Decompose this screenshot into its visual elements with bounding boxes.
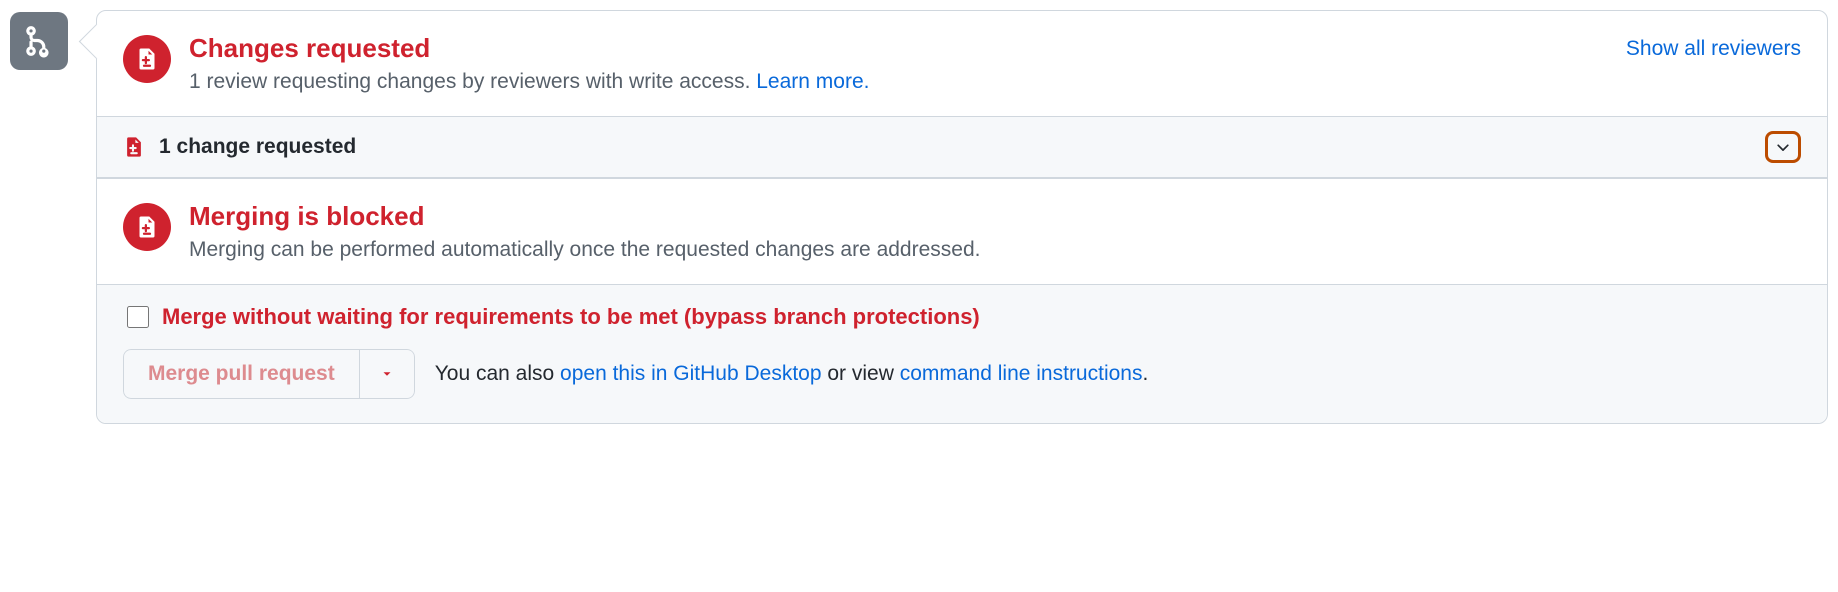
- hint-suffix: .: [1142, 362, 1148, 385]
- timeline-merge-badge: [10, 12, 68, 70]
- merge-hint-text: You can also open this in GitHub Desktop…: [435, 362, 1149, 386]
- review-summary-row: 1 change requested: [97, 116, 1827, 179]
- file-diff-icon: [123, 136, 145, 158]
- bypass-label[interactable]: Merge without waiting for requirements t…: [162, 304, 980, 330]
- changes-requested-title: Changes requested: [189, 33, 1606, 64]
- merge-status-box: Changes requested 1 review requesting ch…: [96, 10, 1828, 424]
- changes-requested-section: Changes requested 1 review requesting ch…: [97, 11, 1827, 116]
- changes-requested-subtitle: 1 review requesting changes by reviewers…: [189, 70, 1606, 94]
- merging-blocked-section: Merging is blocked Merging can be perfor…: [97, 179, 1827, 284]
- hint-middle: or view: [822, 362, 900, 385]
- chevron-down-icon: [1774, 138, 1792, 156]
- merge-options-dropdown-button[interactable]: [360, 349, 415, 399]
- git-merge-icon: [22, 24, 56, 58]
- expand-reviews-button[interactable]: [1765, 131, 1801, 163]
- caret-down-icon: [380, 367, 394, 381]
- learn-more-link[interactable]: Learn more.: [756, 70, 869, 93]
- file-diff-icon: [135, 215, 159, 239]
- status-circle: [123, 35, 171, 83]
- change-requested-count: 1 change requested: [159, 135, 356, 159]
- review-count-text: 1 review requesting changes by reviewers…: [189, 70, 756, 93]
- command-line-instructions-link[interactable]: command line instructions: [900, 362, 1143, 385]
- hint-prefix: You can also: [435, 362, 560, 385]
- bypass-checkbox[interactable]: [127, 306, 149, 328]
- merging-blocked-subtitle: Merging can be performed automatically o…: [189, 238, 1801, 262]
- file-diff-icon: [135, 47, 159, 71]
- merge-pull-request-button[interactable]: Merge pull request: [123, 349, 360, 399]
- bypass-row: Merge without waiting for requirements t…: [123, 303, 1801, 331]
- merge-footer: Merge without waiting for requirements t…: [97, 285, 1827, 423]
- merging-blocked-title: Merging is blocked: [189, 201, 1801, 232]
- status-circle: [123, 203, 171, 251]
- merge-button-group: Merge pull request: [123, 349, 415, 399]
- show-all-reviewers-link[interactable]: Show all reviewers: [1626, 37, 1801, 61]
- open-github-desktop-link[interactable]: open this in GitHub Desktop: [560, 362, 821, 385]
